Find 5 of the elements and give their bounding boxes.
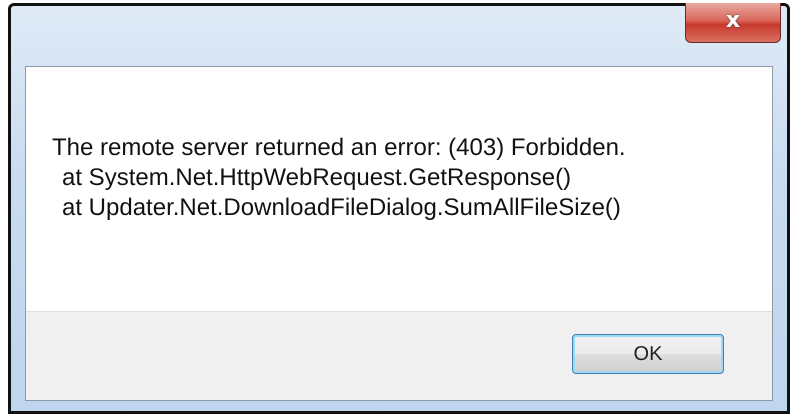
error-message-line: at System.Net.HttpWebRequest.GetResponse(): [61, 163, 572, 193]
close-button[interactable]: x: [685, 3, 781, 43]
error-message-line: at Updater.Net.DownloadFileDialog.SumAllFileSize(): [61, 193, 621, 223]
ok-button[interactable]: OK: [572, 334, 724, 374]
error-message-line: The remote server returned an error: (403) Forbidden.: [52, 133, 626, 163]
